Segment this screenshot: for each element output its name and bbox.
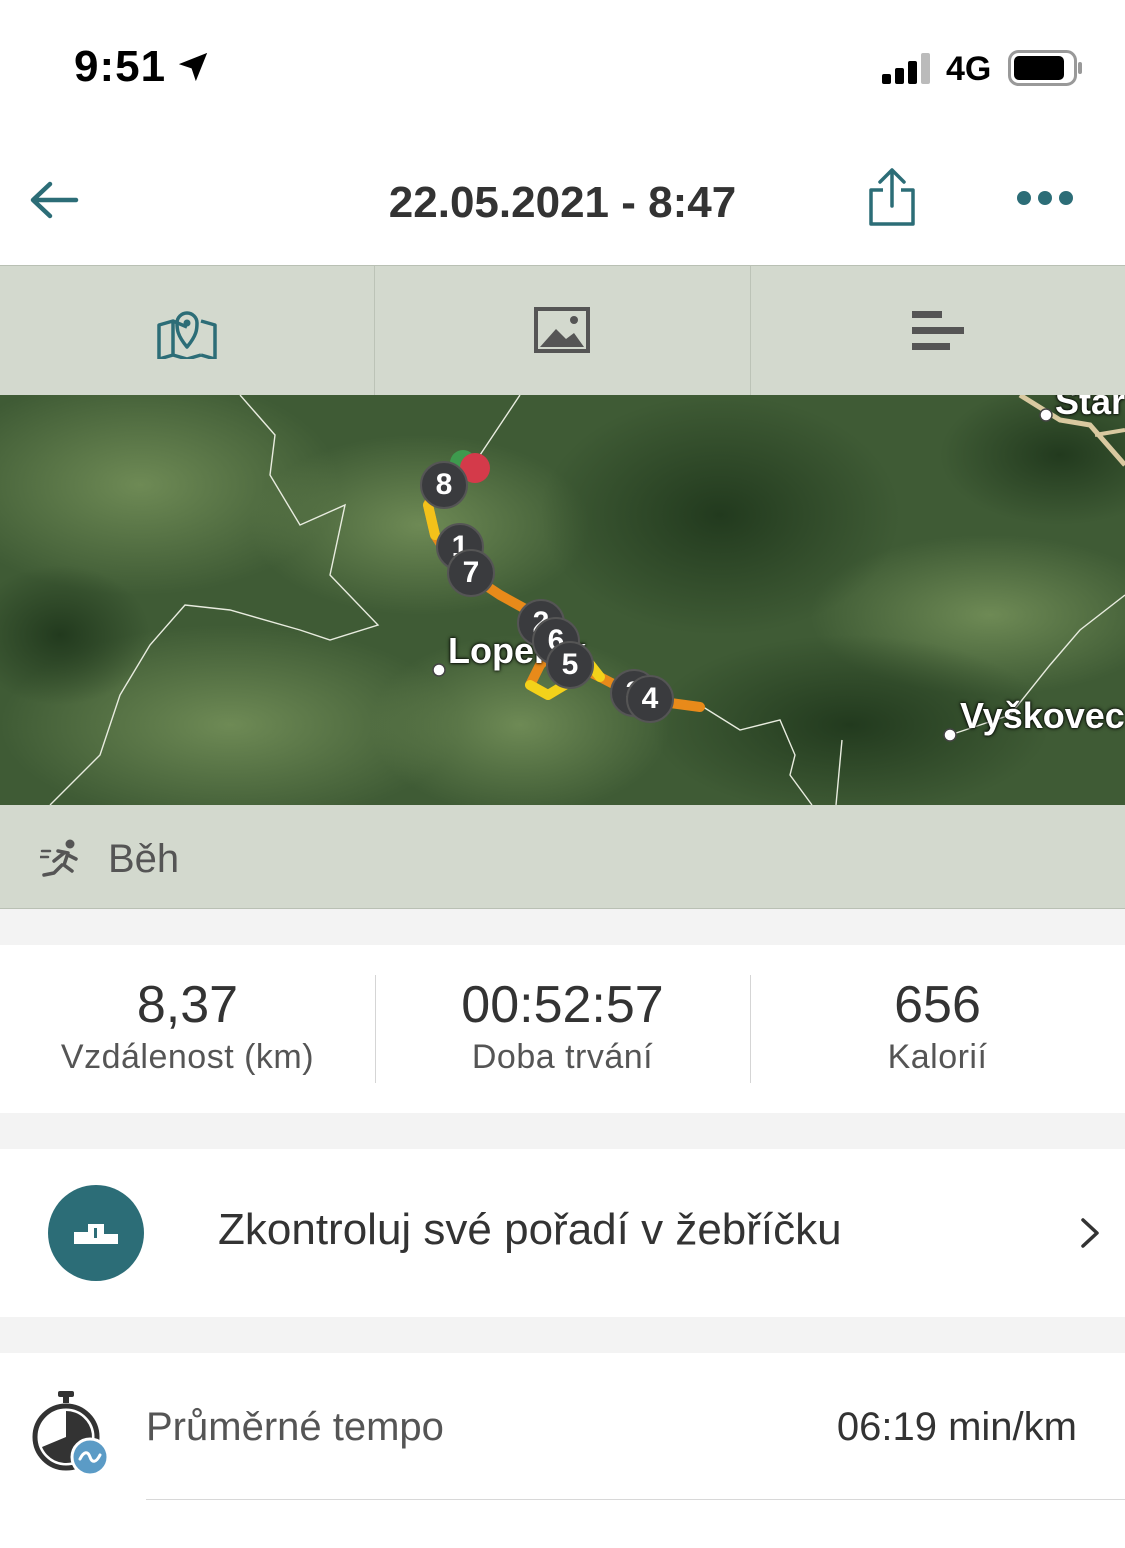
header-bar: 22.05.2021 - 8:47 [0, 140, 1125, 265]
tab-photos[interactable] [375, 266, 751, 395]
stat-value: 656 [894, 976, 981, 1034]
map-place-label: Star [1055, 395, 1125, 422]
km-marker: 4 [626, 675, 674, 723]
km-marker: 5 [546, 641, 594, 689]
stat-label: Vzdálenost (km) [60, 1038, 315, 1076]
tab-map[interactable] [0, 266, 376, 395]
km-marker: 8 [420, 461, 468, 509]
battery-icon [1008, 50, 1082, 86]
activity-type-bar: Běh [0, 805, 1125, 909]
leaderboard-badge [48, 1185, 144, 1281]
map-place-label: Vyškovec [960, 695, 1125, 736]
stat-distance: 8,37 Vzdálenost (km) [0, 945, 375, 1113]
running-icon [40, 839, 78, 877]
pace-label: Průměrné tempo [146, 1405, 444, 1449]
pace-value: 06:19 min/km [836, 1405, 1077, 1449]
map-icon [157, 310, 217, 359]
more-icon[interactable] [1015, 188, 1075, 208]
satellite-map-background [0, 395, 1125, 805]
route-map[interactable]: Lopeník Vyškovec Star 8 1 7 2 6 5 3 4 [0, 395, 1125, 805]
stat-value: 00:52:57 [461, 976, 664, 1034]
activity-type-label: Běh [108, 837, 180, 881]
signal-icon [882, 53, 930, 84]
view-tabs [0, 265, 1125, 395]
image-icon [534, 306, 591, 353]
status-bar: 9:51 4G [0, 0, 1125, 140]
km-marker: 7 [447, 549, 495, 597]
stat-duration: 00:52:57 Doba trvání [375, 945, 750, 1113]
stat-value: 8,37 [136, 976, 239, 1034]
chevron-right-icon [1081, 1218, 1099, 1248]
leaderboard-label: Zkontroluj své pořadí v žebříčku [218, 1205, 842, 1254]
stat-label: Kalorií [887, 1038, 988, 1076]
network-type: 4G [946, 50, 992, 88]
share-icon[interactable] [866, 166, 918, 228]
tab-stats[interactable] [751, 266, 1125, 395]
section-divider [0, 1113, 1125, 1149]
stat-label: Doba trvání [471, 1038, 654, 1076]
average-pace-row: Průměrné tempo 06:19 min/km [0, 1353, 1125, 1548]
stats-icon [911, 310, 964, 350]
summary-stats: 8,37 Vzdálenost (km) 00:52:57 Doba trván… [0, 945, 1125, 1113]
section-divider [0, 909, 1125, 945]
row-divider [146, 1499, 1125, 1500]
status-time: 9:51 [74, 42, 167, 91]
podium-icon [74, 1224, 118, 1244]
stat-calories: 656 Kalorií [750, 945, 1125, 1113]
page-title: 22.05.2021 - 8:47 [388, 178, 737, 227]
section-divider [0, 1317, 1125, 1353]
stopwatch-icon [32, 1391, 110, 1477]
leaderboard-link[interactable]: Zkontroluj své pořadí v žebříčku [0, 1149, 1125, 1317]
location-arrow-icon [178, 52, 208, 82]
